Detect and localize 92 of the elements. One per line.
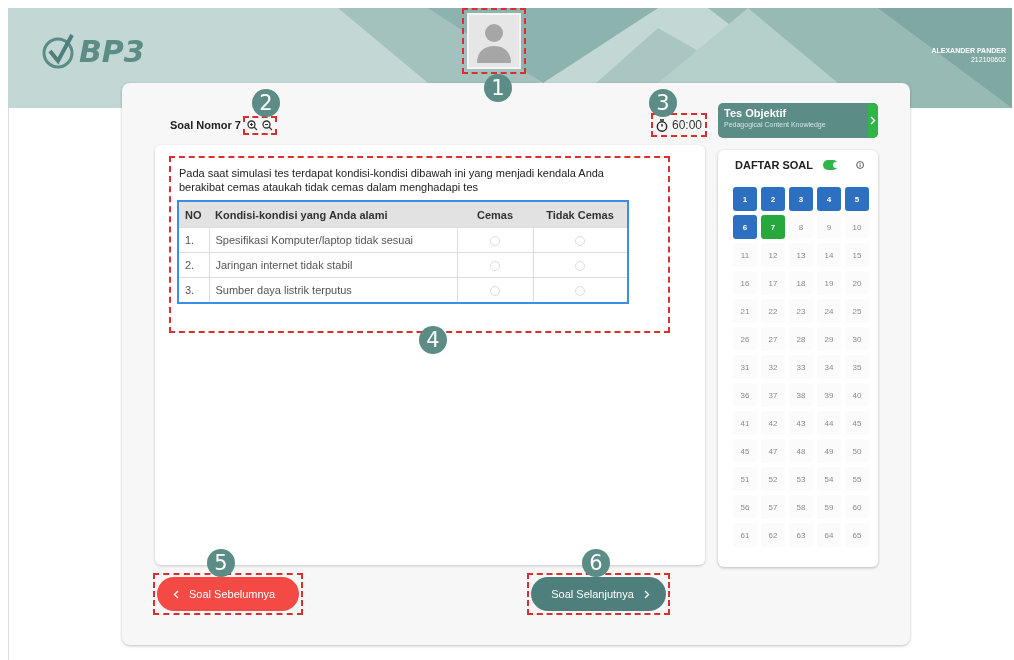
question-number-button[interactable]: 27 bbox=[761, 327, 785, 351]
question-number-button[interactable]: 38 bbox=[789, 383, 813, 407]
zoom-in-icon[interactable] bbox=[246, 119, 258, 131]
question-number-button[interactable]: 37 bbox=[761, 383, 785, 407]
question-number-button[interactable]: 15 bbox=[845, 243, 869, 267]
checkmark-circle-icon bbox=[40, 33, 76, 69]
table-cell: Spesifikasi Komputer/laptop tidak sesuai bbox=[209, 227, 457, 253]
question-number-button[interactable]: 57 bbox=[761, 495, 785, 519]
question-number-button[interactable]: 60 bbox=[845, 495, 869, 519]
question-number-button[interactable]: 63 bbox=[789, 523, 813, 547]
question-number-button[interactable]: 6 bbox=[733, 215, 757, 239]
question-number-button[interactable]: 13 bbox=[789, 243, 813, 267]
question-number-button[interactable]: 52 bbox=[761, 467, 785, 491]
question-number-button[interactable]: 56 bbox=[733, 495, 757, 519]
question-number-button[interactable]: 40 bbox=[845, 383, 869, 407]
question-number-button[interactable]: 20 bbox=[845, 271, 869, 295]
question-number-button[interactable]: 25 bbox=[845, 299, 869, 323]
question-number-button[interactable]: 24 bbox=[817, 299, 841, 323]
column-header: Tidak Cemas bbox=[533, 202, 627, 228]
question-number-button[interactable]: 54 bbox=[817, 467, 841, 491]
row-number: 3. bbox=[179, 277, 209, 302]
question-number-button[interactable]: 5 bbox=[845, 187, 869, 211]
question-list-title: DAFTAR SOAL bbox=[735, 159, 813, 171]
question-number-button[interactable]: 44 bbox=[817, 411, 841, 435]
question-number-button[interactable]: 29 bbox=[817, 327, 841, 351]
question-number-button[interactable]: 4 bbox=[817, 187, 841, 211]
question-number-button[interactable]: 23 bbox=[789, 299, 813, 323]
question-number-button[interactable]: 10 bbox=[845, 215, 869, 239]
question-number-button[interactable]: 8 bbox=[789, 215, 813, 239]
chevron-icon bbox=[870, 116, 876, 125]
question-number-button[interactable]: 32 bbox=[761, 355, 785, 379]
row-number: 1. bbox=[179, 227, 209, 253]
question-number-button[interactable]: 45 bbox=[733, 439, 757, 463]
question-number-button[interactable]: 43 bbox=[789, 411, 813, 435]
question-number-button[interactable]: 62 bbox=[761, 523, 785, 547]
question-number-button[interactable]: 14 bbox=[817, 243, 841, 267]
question-number-button[interactable]: 42 bbox=[761, 411, 785, 435]
question-number-button[interactable]: 21 bbox=[733, 299, 757, 323]
chevron-icon bbox=[173, 589, 179, 599]
question-number-button[interactable]: 51 bbox=[733, 467, 757, 491]
question-number-button[interactable]: 49 bbox=[817, 439, 841, 463]
question-number-button[interactable]: 26 bbox=[733, 327, 757, 351]
column-header: Cemas bbox=[457, 202, 533, 228]
column-header: NO bbox=[179, 202, 209, 228]
question-number-button[interactable]: 53 bbox=[789, 467, 813, 491]
toggle-switch[interactable] bbox=[823, 160, 838, 170]
question-number-button[interactable]: 31 bbox=[733, 355, 757, 379]
question-number-button[interactable]: 35 bbox=[845, 355, 869, 379]
question-number-button[interactable]: 16 bbox=[733, 271, 757, 295]
question-number-button[interactable]: 59 bbox=[817, 495, 841, 519]
table-cell: Jaringan internet tidak stabil bbox=[209, 252, 457, 278]
question-number-button[interactable]: 7 bbox=[761, 215, 785, 239]
section-title: Tes Objektif bbox=[724, 107, 788, 119]
chevron-icon bbox=[643, 589, 650, 599]
question-number-button[interactable]: 34 bbox=[817, 355, 841, 379]
question-text: Pada saat simulasi tes terdapat kondisi-kondisi dibawah ini yang menjadi kendala Anda berakibat cemas ataukah tidak cemas dalam menghadapi tes bbox=[179, 166, 605, 194]
zoom-out-icon[interactable] bbox=[261, 119, 273, 131]
question-number-button[interactable]: 50 bbox=[845, 439, 869, 463]
question-number-button[interactable]: 47 bbox=[761, 439, 785, 463]
question-number-button[interactable]: 30 bbox=[845, 327, 869, 351]
question-number-button[interactable]: 2 bbox=[761, 187, 785, 211]
question-number-button[interactable]: 58 bbox=[789, 495, 813, 519]
question-number-button[interactable]: 17 bbox=[761, 271, 785, 295]
question-number-button[interactable]: 36 bbox=[733, 383, 757, 407]
question-number-button[interactable]: 28 bbox=[789, 327, 813, 351]
question-number: Soal Nomor 7 bbox=[170, 119, 241, 131]
question-number-button[interactable]: 1 bbox=[733, 187, 757, 211]
question-number-button[interactable]: 22 bbox=[761, 299, 785, 323]
table-cell: Sumber daya listrik terputus bbox=[209, 277, 457, 302]
question-number-button[interactable]: 11 bbox=[733, 243, 757, 267]
stopwatch-icon bbox=[655, 118, 668, 132]
row-number: 2. bbox=[179, 252, 209, 278]
question-number-button[interactable]: 33 bbox=[789, 355, 813, 379]
column-header: Kondisi-kondisi yang Anda alami bbox=[209, 202, 457, 228]
question-number-button[interactable]: 19 bbox=[817, 271, 841, 295]
question-number-button[interactable]: 9 bbox=[817, 215, 841, 239]
question-number-button[interactable]: 12 bbox=[761, 243, 785, 267]
previous-button[interactable]: Soal Sebelumnya bbox=[157, 577, 300, 611]
question-number-button[interactable]: 3 bbox=[789, 187, 813, 211]
question-number-button[interactable]: 45 bbox=[845, 411, 869, 435]
question-number-button[interactable]: 61 bbox=[733, 523, 757, 547]
question-number-button[interactable]: 18 bbox=[789, 271, 813, 295]
question-number-button[interactable]: 65 bbox=[845, 523, 869, 547]
question-number-button[interactable]: 39 bbox=[817, 383, 841, 407]
question-number-button[interactable]: 64 bbox=[817, 523, 841, 547]
logo-text: BP3 bbox=[79, 33, 145, 69]
info-icon[interactable] bbox=[855, 160, 864, 170]
question-number-button[interactable]: 48 bbox=[789, 439, 813, 463]
question-number-button[interactable]: 41 bbox=[733, 411, 757, 435]
question-number-button[interactable]: 55 bbox=[845, 467, 869, 491]
timer-text: 60:00 bbox=[671, 118, 702, 132]
next-button[interactable]: Soal Selanjutnya bbox=[531, 577, 666, 611]
